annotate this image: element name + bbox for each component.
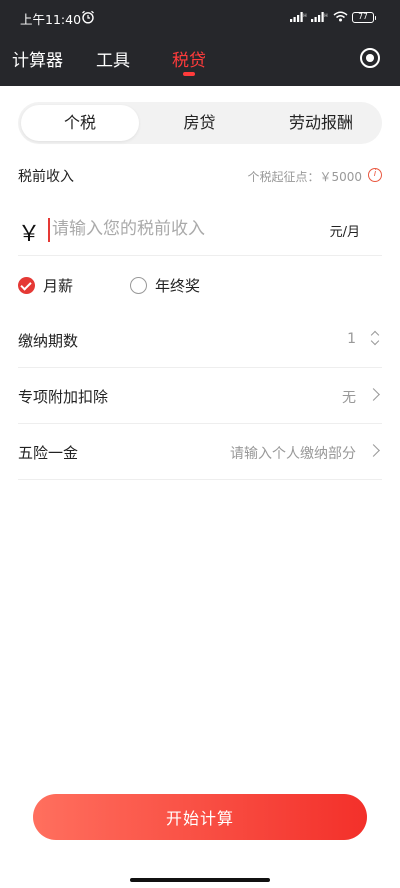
- battery-icon: 77: [352, 12, 376, 23]
- radio-label: 月薪: [43, 277, 74, 295]
- start-calculation-button[interactable]: 开始计算: [33, 794, 367, 840]
- payment-periods-row[interactable]: 缴纳期数 1: [18, 312, 382, 368]
- active-tab-indicator: [183, 72, 195, 76]
- svg-text:HD: HD: [324, 13, 328, 19]
- chevron-right-icon: [367, 444, 380, 457]
- pretax-income-label: 税前收入: [18, 169, 74, 185]
- wifi-icon: [333, 11, 348, 22]
- signal-icon: HD: [311, 12, 328, 22]
- chevron-right-icon: [367, 388, 380, 401]
- app-header: 上午11:40 HD HD 77 计算器 工具 税贷: [0, 0, 400, 86]
- row-label: 五险一金: [18, 444, 79, 462]
- income-input-row: ￥ 元/月: [18, 206, 382, 256]
- currency-symbol: ￥: [18, 222, 41, 247]
- pretax-income-input[interactable]: [52, 214, 312, 244]
- text-caret: [48, 218, 50, 242]
- updown-chevron-icon[interactable]: [370, 330, 380, 346]
- status-bar: 上午11:40 HD HD 77: [0, 0, 400, 34]
- segment-income-tax[interactable]: 个税: [21, 105, 139, 141]
- tax-threshold-text: 个税起征点：￥5000: [247, 170, 362, 184]
- settings-icon[interactable]: [360, 48, 380, 68]
- social-insurance-row[interactable]: 五险一金 请输入个人缴纳部分: [18, 424, 382, 480]
- calculator-type-selector: 个税 房贷 劳动报酬: [18, 102, 382, 144]
- radio-label: 年终奖: [155, 277, 201, 295]
- income-unit: 元/月: [329, 225, 360, 240]
- status-time: 上午11:40: [20, 12, 82, 27]
- payment-periods-value: 1: [347, 331, 356, 347]
- radio-checked-icon: [18, 277, 35, 294]
- radio-year-end-bonus[interactable]: 年终奖: [130, 274, 230, 298]
- special-deduction-row[interactable]: 专项附加扣除 无: [18, 368, 382, 424]
- special-deduction-value: 无: [342, 390, 356, 406]
- home-indicator: [130, 878, 270, 882]
- svg-text:HD: HD: [303, 13, 307, 19]
- row-label: 专项附加扣除: [18, 388, 109, 406]
- radio-unchecked-icon: [130, 277, 147, 294]
- signal-icon: HD: [290, 12, 307, 22]
- alarm-icon: [82, 10, 94, 24]
- income-label-row: 税前收入 个税起征点：￥5000 i: [18, 166, 382, 186]
- tab-calculator[interactable]: 计算器: [12, 46, 63, 71]
- row-label: 缴纳期数: [18, 332, 79, 350]
- segment-mortgage[interactable]: 房贷: [139, 102, 260, 144]
- info-icon[interactable]: i: [368, 168, 382, 182]
- main-content: 个税 房贷 劳动报酬 税前收入 个税起征点：￥5000 i ￥ 元/月 月薪 年…: [0, 86, 400, 888]
- radio-monthly-salary[interactable]: 月薪: [18, 274, 98, 298]
- salary-type-radio-group: 月薪 年终奖: [18, 274, 382, 298]
- tab-tools[interactable]: 工具: [96, 46, 130, 71]
- segment-labor-remuneration[interactable]: 劳动报酬: [260, 102, 382, 144]
- social-insurance-placeholder: 请输入个人缴纳部分: [230, 446, 356, 462]
- tab-tax-loan[interactable]: 税贷: [172, 46, 206, 71]
